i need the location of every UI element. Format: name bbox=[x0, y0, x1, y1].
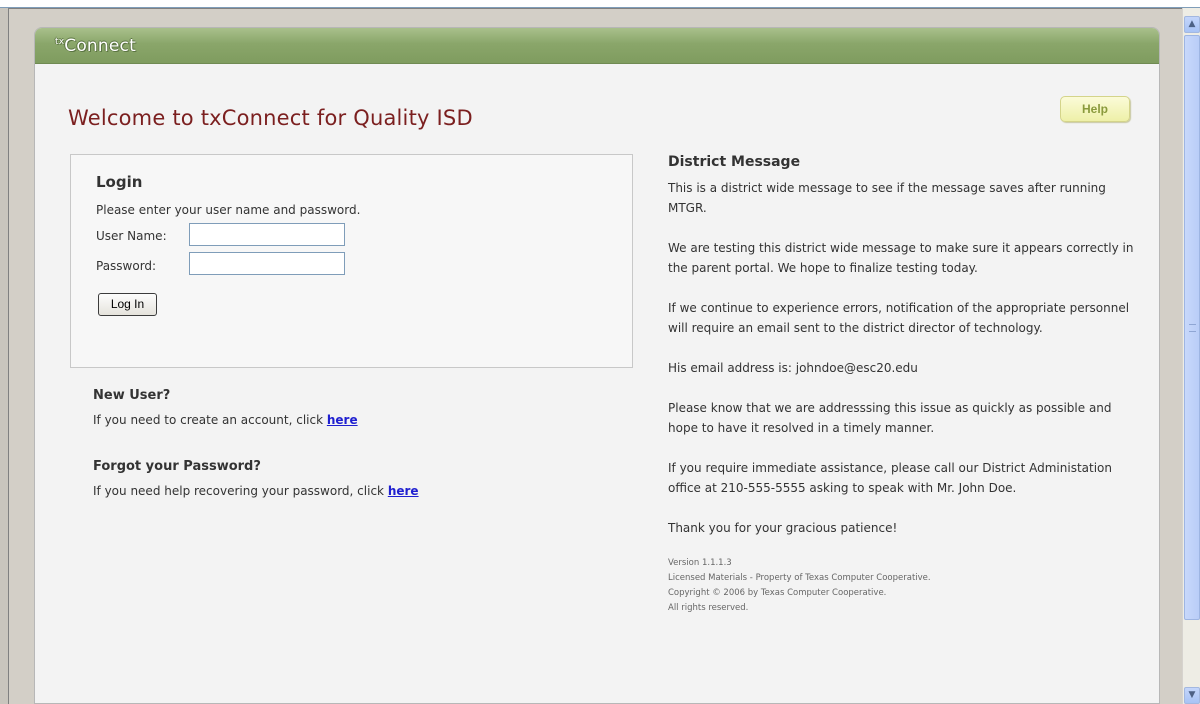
login-button[interactable]: Log In bbox=[98, 293, 157, 316]
password-input[interactable] bbox=[189, 252, 345, 275]
district-message-paragraph: If you require immediate assistance, ple… bbox=[668, 461, 1112, 495]
login-instructions: Please enter your user name and password… bbox=[96, 203, 361, 217]
create-account-link[interactable]: here bbox=[327, 413, 358, 427]
scrollbar-thumb[interactable] bbox=[1184, 35, 1200, 620]
username-input[interactable] bbox=[189, 223, 345, 246]
login-panel: Login Please enter your user name and pa… bbox=[70, 154, 633, 368]
rights-text: All rights reserved. bbox=[668, 603, 749, 613]
scroll-up-icon[interactable]: ▲ bbox=[1184, 16, 1200, 33]
scrollbar-grip-icon bbox=[1189, 324, 1196, 332]
forgot-password-title: Forgot your Password? bbox=[93, 459, 261, 474]
login-title: Login bbox=[96, 173, 143, 191]
logo-name: Connect bbox=[64, 36, 136, 56]
district-message-title: District Message bbox=[668, 154, 801, 170]
help-button[interactable]: Help bbox=[1060, 96, 1130, 122]
username-label: User Name: bbox=[96, 229, 167, 243]
new-user-title: New User? bbox=[93, 388, 171, 403]
scroll-down-icon[interactable]: ▼ bbox=[1184, 687, 1200, 704]
browser-viewport: txConnect Welcome to txConnect for Quali… bbox=[8, 8, 1182, 704]
vertical-scrollbar[interactable]: ▲ ▼ bbox=[1182, 8, 1200, 704]
copyright-text: Copyright © 2006 by Texas Computer Coope… bbox=[668, 588, 887, 598]
district-message-paragraph: Thank you for your gracious patience! bbox=[668, 521, 898, 535]
forgot-password-text: If you need help recovering your passwor… bbox=[93, 484, 419, 498]
district-message-paragraph: His email address is: johndoe@esc20.edu bbox=[668, 361, 918, 375]
new-user-text: If you need to create an account, click … bbox=[93, 413, 358, 427]
district-message-paragraph: If we continue to experience errors, not… bbox=[668, 301, 1130, 335]
district-message-paragraph: This is a district wide message to see i… bbox=[668, 181, 1106, 215]
app-header: txConnect bbox=[35, 28, 1159, 64]
password-label: Password: bbox=[96, 259, 157, 273]
page-title: Welcome to txConnect for Quality ISD bbox=[68, 106, 473, 130]
district-message-body: This is a district wide message to see i… bbox=[668, 178, 1138, 616]
recover-password-link[interactable]: here bbox=[388, 484, 419, 498]
version-text: Version 1.1.1.3 bbox=[668, 558, 732, 568]
license-text: Licensed Materials - Property of Texas C… bbox=[668, 573, 931, 583]
forgot-password-description: If you need help recovering your passwor… bbox=[93, 484, 388, 498]
page-card: txConnect Welcome to txConnect for Quali… bbox=[34, 27, 1160, 704]
district-message-paragraph: Please know that we are addresssing this… bbox=[668, 401, 1112, 435]
app-logo: txConnect bbox=[55, 36, 136, 56]
legal-footer: Version 1.1.1.3 Licensed Materials - Pro… bbox=[668, 556, 1138, 616]
new-user-description: If you need to create an account, click bbox=[93, 413, 327, 427]
logo-prefix: tx bbox=[55, 37, 65, 47]
browser-top-border bbox=[0, 0, 1200, 8]
district-message-paragraph: We are testing this district wide messag… bbox=[668, 241, 1134, 275]
